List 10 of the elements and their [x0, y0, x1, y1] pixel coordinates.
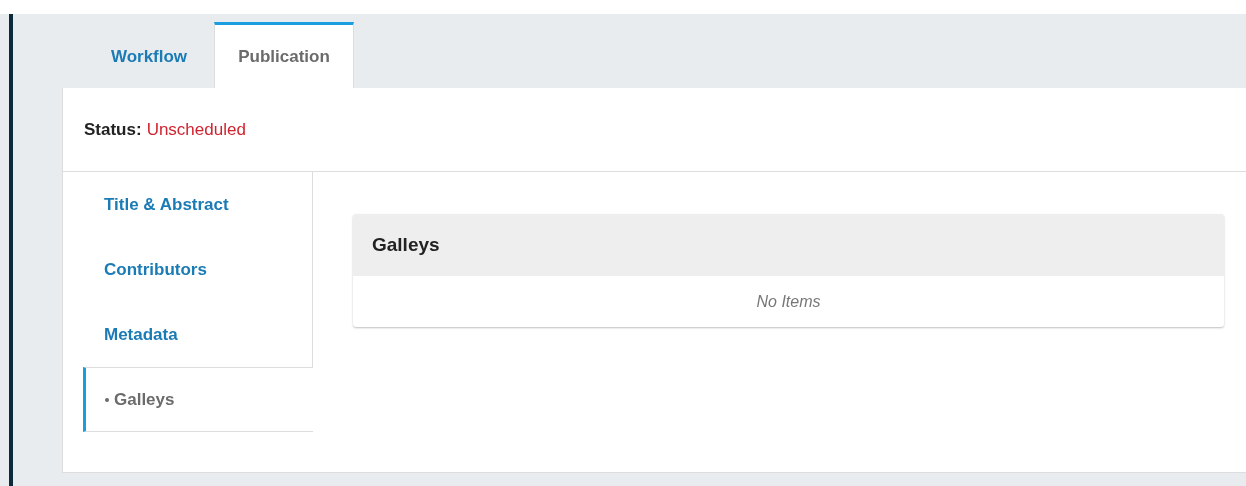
- status-label: Status:: [84, 119, 142, 140]
- card-title: Galleys: [372, 234, 440, 256]
- side-nav-item[interactable]: Galleys: [83, 367, 313, 432]
- tab[interactable]: Workflow: [84, 22, 214, 88]
- status-value: Unscheduled: [146, 119, 246, 140]
- empty-message: No Items: [755, 291, 822, 312]
- side-nav-item[interactable]: Metadata: [63, 302, 313, 367]
- side-nav-item[interactable]: Contributors: [63, 237, 313, 302]
- side-nav-item[interactable]: Title & Abstract: [63, 172, 313, 237]
- tab[interactable]: Publication: [214, 22, 354, 88]
